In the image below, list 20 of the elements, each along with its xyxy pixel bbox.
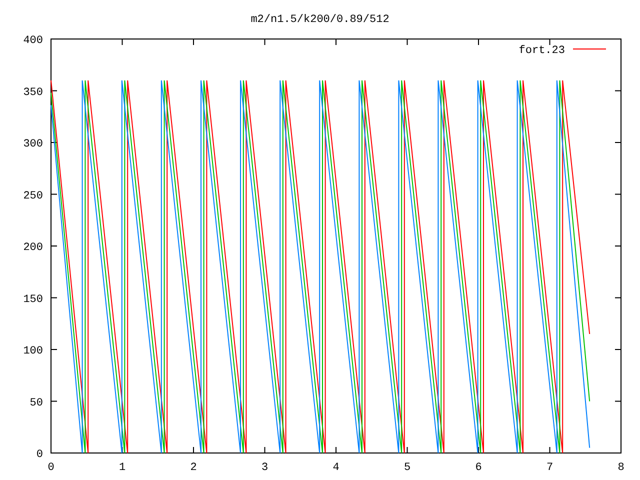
tick-label: 7	[546, 462, 554, 474]
tick-label: 250	[23, 190, 43, 202]
tick-label: 3	[261, 462, 268, 474]
tick-label: 2	[190, 462, 197, 474]
tick-label: 50	[30, 397, 43, 410]
tick-label: 6	[475, 462, 482, 474]
tick-label: 150	[23, 294, 43, 306]
tick-label: 100	[23, 346, 43, 358]
tick-label: 8	[618, 462, 624, 474]
chart-title: m2/n1.5/k200/0.89/512	[250, 14, 390, 26]
tick-label: 1	[118, 462, 126, 474]
tick-label: 200	[23, 242, 43, 254]
tick-label: 5	[404, 462, 411, 474]
tick-label: 400	[23, 35, 43, 47]
tick-label: 4	[332, 462, 340, 474]
tick-label: 350	[23, 86, 43, 99]
tick-label: 0	[36, 449, 43, 461]
tick-label: 300	[23, 138, 43, 150]
legend-label: fort.23	[518, 45, 565, 57]
tick-label: 0	[48, 462, 54, 474]
